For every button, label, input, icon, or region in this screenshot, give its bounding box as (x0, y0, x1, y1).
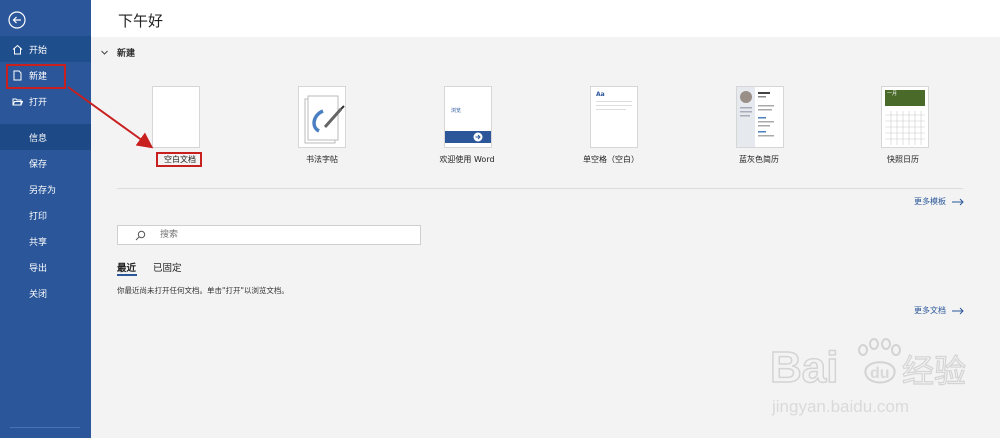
search-icon (135, 230, 146, 240)
svg-text:du: du (870, 365, 890, 382)
tab-active-underline (117, 274, 137, 276)
more-templates-link[interactable]: 更多模板 (914, 196, 964, 207)
arrow-right-icon (952, 198, 964, 205)
more-templates-label: 更多模板 (914, 197, 946, 206)
section-divider (117, 188, 963, 189)
recent-empty-message: 你最近尚未打开任何文档。单击"打开"以浏览文档。 (117, 286, 289, 295)
search-box[interactable] (117, 225, 421, 245)
svg-text:经验: 经验 (902, 352, 966, 390)
more-documents-link[interactable]: 更多文档 (914, 305, 964, 316)
svg-text:jingyan.baidu.com: jingyan.baidu.com (771, 397, 909, 416)
arrow-right-icon (952, 307, 964, 314)
search-input[interactable] (158, 229, 402, 241)
baidu-watermark-logo: Bai du 经验 jingyan.baidu.com (770, 338, 967, 416)
tab-recent[interactable]: 最近 (117, 260, 136, 274)
svg-text:Bai: Bai (770, 343, 838, 392)
more-documents-label: 更多文档 (914, 306, 946, 315)
tab-pinned[interactable]: 已固定 (153, 260, 182, 274)
